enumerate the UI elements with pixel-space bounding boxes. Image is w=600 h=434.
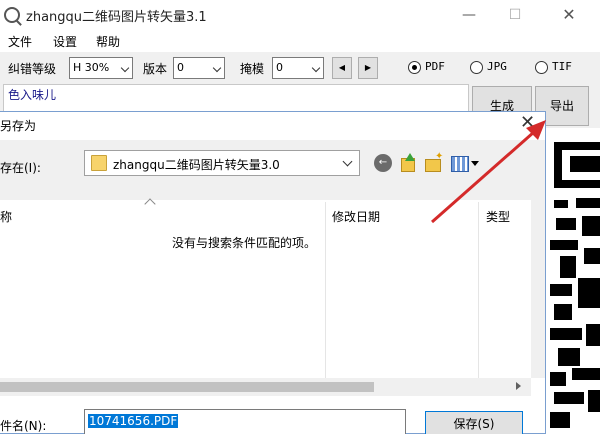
annotation-arrow-icon	[431, 120, 546, 224]
